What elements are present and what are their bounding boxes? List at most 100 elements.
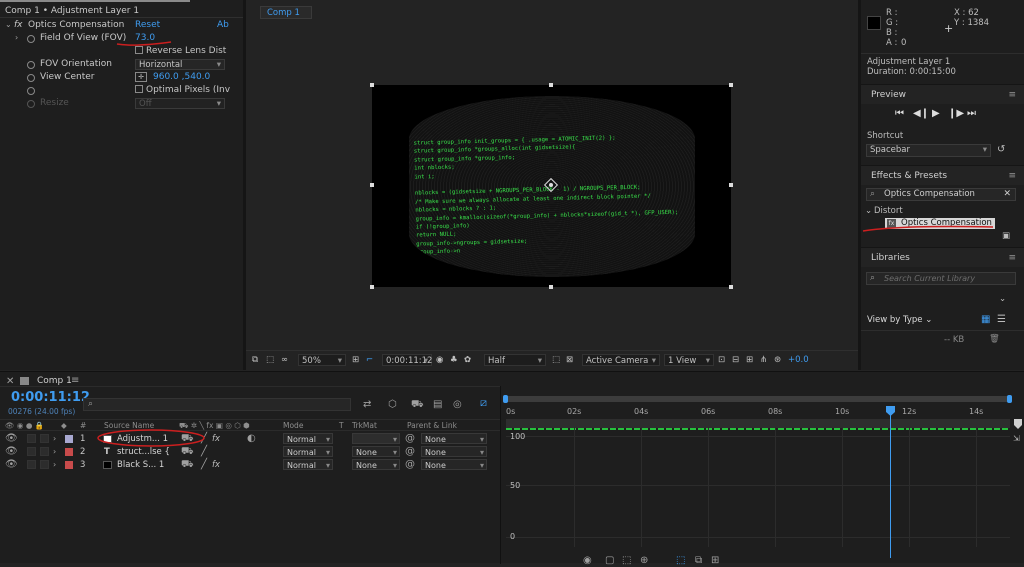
layer-row[interactable]: 👁 › 3 Black S... 1 ⛟ ╱ fx Normal None @ None (0, 459, 500, 471)
libraries-header[interactable]: Libraries ≡ (861, 247, 1024, 267)
reset-exposure-icon[interactable]: ⊛ (774, 354, 781, 366)
about-link[interactable]: Ab (217, 19, 229, 32)
clear-icon[interactable]: ✕ (1003, 189, 1011, 200)
fit-icon[interactable]: ⊞ (352, 354, 359, 366)
adjustment-layer-icon[interactable]: ◐ (247, 433, 256, 445)
timecode-display[interactable]: 0:00:11:12 (382, 354, 432, 367)
previous-frame-icon[interactable]: ◀❙ (913, 108, 929, 119)
label-color[interactable] (65, 461, 73, 469)
trkmat-header[interactable]: TrkMat (352, 420, 377, 431)
timeline-icon[interactable]: ⊞ (746, 354, 753, 366)
transform-box-icon[interactable]: ⬚ (622, 555, 631, 567)
graph-options-icon[interactable]: ▢ (605, 555, 614, 567)
library-search-input[interactable]: ⌕ Search Current Library (866, 272, 1016, 285)
lock-toggle[interactable] (40, 434, 49, 443)
solo-toggle[interactable] (27, 447, 36, 456)
chevron-right-icon[interactable]: › (53, 446, 56, 458)
playhead-handle[interactable] (886, 406, 895, 416)
composition-mini-flowchart-icon[interactable]: ⇄ (363, 399, 371, 411)
menu-icon[interactable]: ≡ (1008, 166, 1016, 186)
transform-handle[interactable] (549, 83, 553, 87)
menu-icon[interactable]: ≡ (1008, 248, 1016, 268)
chevron-down-icon[interactable]: ⌄ (999, 294, 1006, 304)
end-marker-icon[interactable] (1014, 419, 1022, 429)
pick-whip-icon[interactable]: @ (405, 446, 415, 458)
work-area-bar[interactable] (506, 396, 1010, 402)
magnification-toggle-icon[interactable]: ⧉ (252, 354, 258, 366)
distort-category[interactable]: Distort (874, 206, 903, 216)
draft-3d-icon[interactable]: ⬡ (388, 399, 397, 411)
region-icon[interactable]: ⬚ (552, 354, 560, 366)
parent-select[interactable]: None (421, 459, 487, 471)
next-frame-icon[interactable]: ❙▶ (948, 108, 964, 119)
fov-orientation-select[interactable]: Horizontal (135, 59, 225, 71)
new-folder-icon[interactable]: ▣ (1002, 231, 1010, 241)
solo-toggle[interactable] (27, 460, 36, 469)
snap-icon[interactable]: ⇲ (1013, 434, 1020, 443)
play-icon[interactable]: ▶ (932, 108, 940, 119)
label-color[interactable] (65, 435, 73, 443)
transform-handle[interactable] (729, 285, 733, 289)
label-color[interactable] (65, 448, 73, 456)
transform-handle[interactable] (729, 83, 733, 87)
transform-handle[interactable] (370, 285, 374, 289)
exposure-value[interactable]: +0.0 (788, 354, 809, 366)
eye-icon[interactable]: 👁 (5, 433, 18, 445)
playhead-line[interactable] (890, 408, 891, 558)
trkmat-select[interactable]: None (352, 459, 400, 471)
chevron-right-icon[interactable]: › (53, 459, 56, 471)
last-frame-icon[interactable]: ⏭ (967, 108, 976, 119)
lock-toggle[interactable] (40, 460, 49, 469)
trkmat-select[interactable]: None (352, 446, 400, 458)
layer-row[interactable]: 👁›1Adjustm... 1⛟╱fx◐Normal@None (0, 433, 500, 445)
reverse-lens-checkbox[interactable]: Reverse Lens Dist (135, 45, 226, 58)
region-of-interest-icon[interactable]: ⌐ (366, 354, 373, 366)
show-snapshot-icon[interactable]: ♣ (450, 354, 458, 366)
optimal-pixels-checkbox[interactable]: Optimal Pixels (Inv (135, 84, 230, 97)
camera-snapshot-icon[interactable]: ◉ (436, 354, 443, 366)
blend-mode-select[interactable]: Normal (283, 446, 333, 458)
fit-all-icon[interactable]: ⧉ (695, 555, 702, 567)
parent-select[interactable]: None (421, 446, 487, 458)
view-by-type-select[interactable]: View by Type ⌄ (867, 315, 932, 325)
motion-blur-icon[interactable]: ◎ (453, 399, 462, 411)
layer-name[interactable]: Black S... 1 (117, 459, 164, 471)
mode-header[interactable]: Mode (283, 420, 303, 431)
parent-header[interactable]: Parent & Link (407, 420, 457, 431)
shy-icon[interactable]: ⛟ (181, 459, 194, 471)
fast-previews-icon[interactable]: ⊟ (732, 354, 739, 366)
pick-whip-icon[interactable]: @ (405, 433, 415, 445)
list-view-icon[interactable]: ☰ (997, 314, 1006, 325)
fx-toggle[interactable]: fx (14, 19, 23, 32)
eye-icon[interactable]: 👁 (5, 459, 18, 471)
shortcut-select[interactable]: Spacebar (866, 144, 991, 157)
shy-layers-icon[interactable]: ⛟ (411, 399, 424, 411)
resolution-select[interactable]: Half (484, 354, 546, 367)
chevron-right-icon[interactable]: › (15, 32, 18, 44)
parent-select[interactable]: None (421, 433, 487, 445)
work-area-end-handle[interactable] (1007, 395, 1012, 403)
chevron-right-icon[interactable]: › (53, 433, 56, 445)
snap-icon[interactable]: ⊕ (640, 555, 648, 567)
frame-blending-icon[interactable]: ▤ (433, 399, 442, 411)
flowchart-icon[interactable]: ⋔ (760, 354, 767, 366)
mask-visibility-icon[interactable]: ⬚ (266, 354, 274, 366)
camera-select[interactable]: Active Camera (582, 354, 660, 367)
current-time[interactable]: 0:00:11:12 (11, 390, 90, 405)
views-select[interactable]: 1 View (664, 354, 714, 367)
reset-link[interactable]: Reset (135, 19, 160, 32)
blend-mode-select[interactable]: Normal (283, 433, 333, 445)
transform-handle[interactable] (729, 183, 733, 187)
timeline-tab[interactable]: Comp 1 (37, 376, 72, 386)
first-frame-icon[interactable]: ⏮ (895, 108, 904, 119)
fit-selection-icon[interactable]: ⬚ (676, 555, 685, 567)
fx-switch[interactable]: fx (212, 459, 220, 471)
pick-whip-icon[interactable]: @ (405, 459, 415, 471)
transparency-grid-icon[interactable]: ⊠ (566, 354, 573, 366)
edit-value-icon[interactable]: ⊞ (711, 555, 719, 567)
tab-comp-1[interactable]: Comp 1 (260, 6, 312, 19)
reset-icon[interactable]: ↺ (997, 144, 1005, 155)
blend-mode-select[interactable]: Normal (283, 459, 333, 471)
crosshair-icon[interactable]: ✛ (135, 72, 147, 82)
layer-search-input[interactable]: ⌕ (83, 398, 351, 411)
